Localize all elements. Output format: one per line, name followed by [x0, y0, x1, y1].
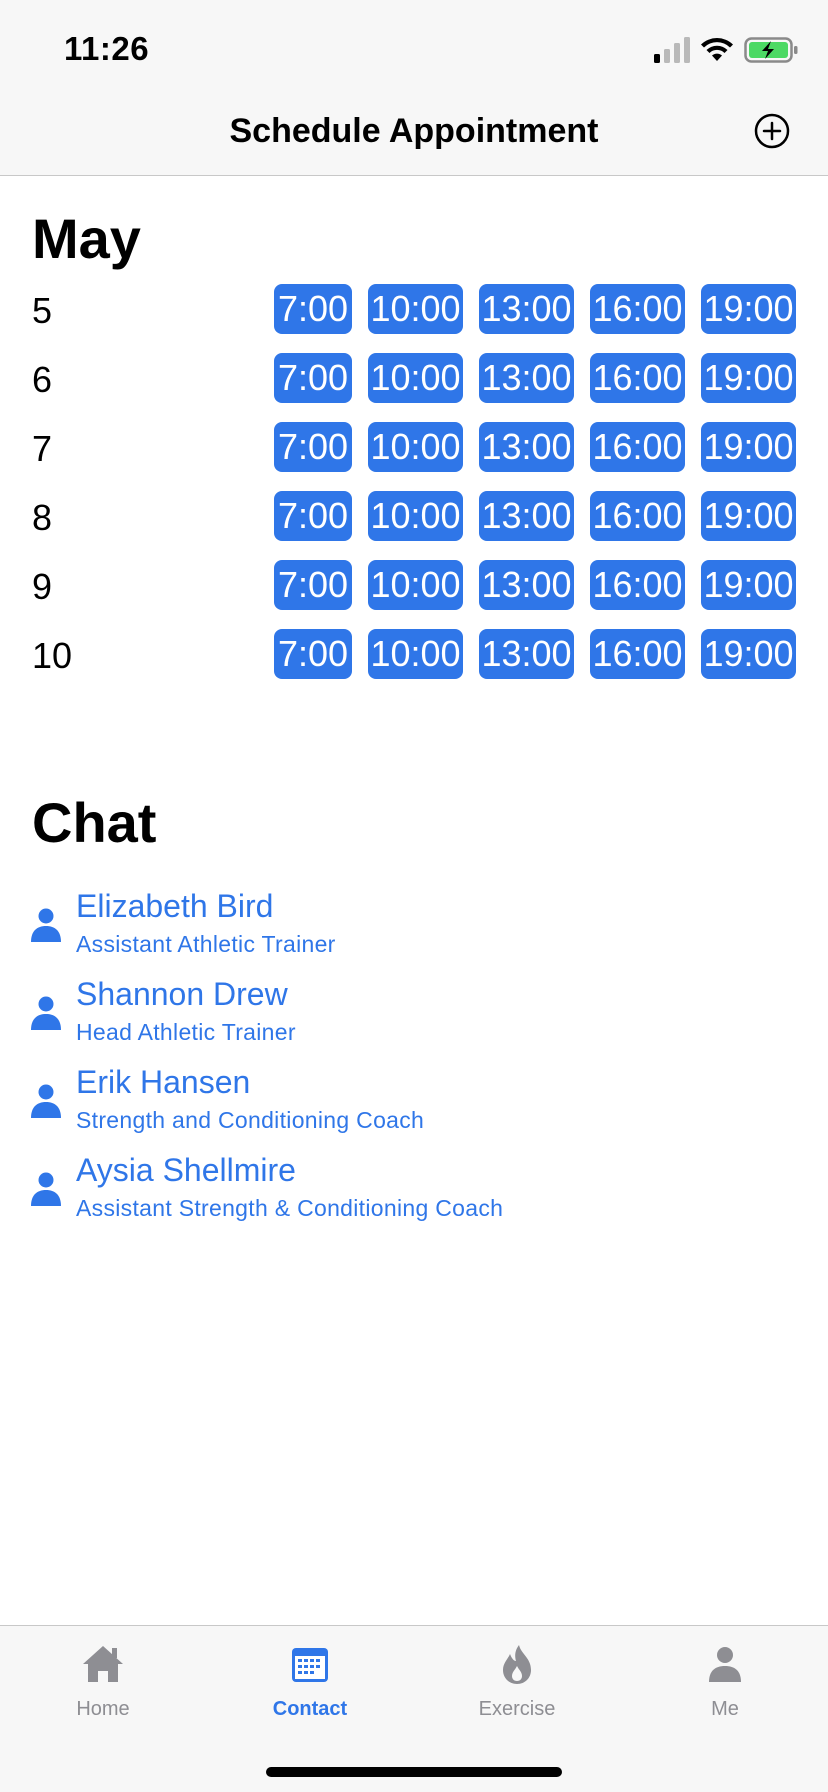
time-slot-button[interactable]: 13:00	[479, 284, 574, 334]
time-slot-button[interactable]: 10:00	[368, 491, 463, 541]
time-slot-button[interactable]: 16:00	[590, 422, 685, 472]
contact-list: Elizabeth Bird Assistant Athletic Traine…	[0, 888, 828, 1242]
day-label: 8	[32, 497, 53, 538]
screen: 11:26 Schedule Appointment May 5 7:00 10…	[0, 0, 828, 1792]
time-slot-button[interactable]: 7:00	[274, 629, 352, 679]
house-icon	[83, 1646, 123, 1682]
time-slot-button[interactable]: 10:00	[368, 353, 463, 403]
time-slot-button[interactable]: 13:00	[479, 353, 574, 403]
day-label: 10	[32, 635, 73, 676]
tab-contact[interactable]: Contact	[240, 1642, 380, 1732]
add-button[interactable]	[754, 113, 790, 149]
tab-label: Contact	[272, 1698, 348, 1720]
contact-name: Erik Hansen	[76, 1064, 251, 1100]
time-slot-button[interactable]: 19:00	[701, 491, 796, 541]
contact-role: Strength and Conditioning Coach	[76, 1107, 425, 1133]
home-indicator[interactable]	[266, 1767, 562, 1777]
time-slot-button[interactable]: 19:00	[701, 560, 796, 610]
day-row: 8 7:00 10:00 13:00 16:00 19:00	[0, 491, 828, 560]
time-slot-button[interactable]: 10:00	[368, 560, 463, 610]
contact-item[interactable]: Shannon Drew Head Athletic Trainer	[0, 976, 828, 1066]
month-heading: May	[32, 207, 141, 270]
day-row: 10 7:00 10:00 13:00 16:00 19:00	[0, 629, 828, 698]
time-slot-button[interactable]: 10:00	[368, 284, 463, 334]
day-label: 5	[32, 290, 53, 331]
time-slot-button[interactable]: 7:00	[274, 560, 352, 610]
time-slots: 7:00 10:00 13:00 16:00 19:00	[274, 491, 796, 541]
time-slot-button[interactable]: 7:00	[274, 491, 352, 541]
tab-label: Exercise	[478, 1698, 556, 1720]
time-slot-button[interactable]: 16:00	[590, 284, 685, 334]
time-slots: 7:00 10:00 13:00 16:00 19:00	[274, 353, 796, 403]
contact-name: Aysia Shellmire	[76, 1152, 296, 1188]
day-label: 6	[32, 359, 53, 400]
time-slot-button[interactable]: 13:00	[479, 491, 574, 541]
time-slot-button[interactable]: 13:00	[479, 629, 574, 679]
contact-role: Assistant Strength & Conditioning Coach	[76, 1195, 504, 1221]
person-icon	[31, 1084, 61, 1118]
time-slot-button[interactable]: 19:00	[701, 629, 796, 679]
person-icon	[31, 908, 61, 942]
time-slot-button[interactable]: 16:00	[590, 491, 685, 541]
time-slot-button[interactable]: 16:00	[590, 560, 685, 610]
time-slot-button[interactable]: 19:00	[701, 353, 796, 403]
contact-item[interactable]: Elizabeth Bird Assistant Athletic Traine…	[0, 888, 828, 978]
person-icon	[31, 1172, 61, 1206]
schedule-list: 5 7:00 10:00 13:00 16:00 19:00 6 7:00 10…	[0, 284, 828, 698]
time-slots: 7:00 10:00 13:00 16:00 19:00	[274, 284, 796, 334]
top-bar: 11:26 Schedule Appointment	[0, 0, 828, 176]
signal-icon	[654, 37, 690, 63]
tab-exercise[interactable]: Exercise	[447, 1642, 587, 1732]
contact-item[interactable]: Aysia Shellmire Assistant Strength & Con…	[0, 1152, 828, 1242]
contact-name: Elizabeth Bird	[76, 888, 274, 924]
tab-me[interactable]: Me	[655, 1642, 795, 1732]
time-slot-button[interactable]: 7:00	[274, 422, 352, 472]
day-row: 7 7:00 10:00 13:00 16:00 19:00	[0, 422, 828, 491]
contact-role: Assistant Athletic Trainer	[76, 931, 336, 957]
time-slot-button[interactable]: 10:00	[368, 629, 463, 679]
status-icons	[654, 36, 798, 64]
day-row: 9 7:00 10:00 13:00 16:00 19:00	[0, 560, 828, 629]
time-slot-button[interactable]: 13:00	[479, 560, 574, 610]
chat-heading: Chat	[32, 791, 157, 854]
time-slot-button[interactable]: 16:00	[590, 353, 685, 403]
tab-label: Home	[76, 1698, 130, 1720]
day-row: 6 7:00 10:00 13:00 16:00 19:00	[0, 353, 828, 422]
battery-icon	[744, 37, 798, 63]
time-slot-button[interactable]: 10:00	[368, 422, 463, 472]
time-slot-button[interactable]: 19:00	[701, 422, 796, 472]
calendar-icon	[292, 1648, 328, 1682]
person-icon	[31, 996, 61, 1030]
time-slot-button[interactable]: 7:00	[274, 284, 352, 334]
time-slots: 7:00 10:00 13:00 16:00 19:00	[274, 422, 796, 472]
contact-item[interactable]: Erik Hansen Strength and Conditioning Co…	[0, 1064, 828, 1154]
contact-name: Shannon Drew	[76, 976, 288, 1012]
contact-role: Head Athletic Trainer	[76, 1019, 296, 1045]
time-slot-button[interactable]: 16:00	[590, 629, 685, 679]
day-label: 9	[32, 566, 53, 607]
time-slot-button[interactable]: 19:00	[701, 284, 796, 334]
status-time: 11:26	[64, 30, 150, 67]
person-icon	[709, 1647, 741, 1682]
time-slot-button[interactable]: 7:00	[274, 353, 352, 403]
day-row: 5 7:00 10:00 13:00 16:00 19:00	[0, 284, 828, 353]
page-title: Schedule Appointment	[229, 112, 599, 150]
time-slot-button[interactable]: 13:00	[479, 422, 574, 472]
tab-home[interactable]: Home	[33, 1642, 173, 1732]
plus-circle-icon	[754, 113, 790, 149]
wifi-icon	[701, 38, 733, 61]
flame-icon	[503, 1645, 531, 1684]
time-slots: 7:00 10:00 13:00 16:00 19:00	[274, 560, 796, 610]
time-slots: 7:00 10:00 13:00 16:00 19:00	[274, 629, 796, 679]
tab-label: Me	[711, 1698, 739, 1720]
day-label: 7	[32, 428, 53, 469]
